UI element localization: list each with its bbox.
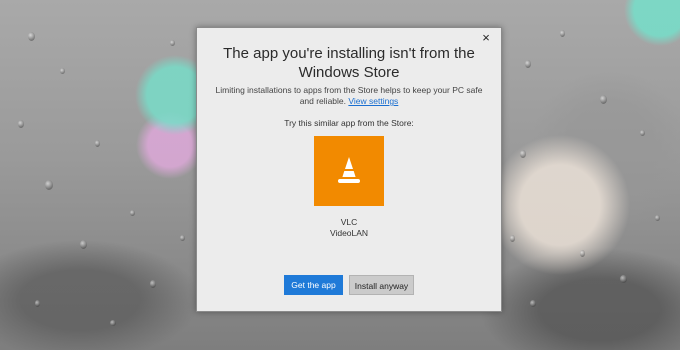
raindrop xyxy=(28,32,35,41)
app-name: VLC xyxy=(340,217,358,227)
raindrop xyxy=(510,235,515,242)
install-warning-dialog: × The app you're installing isn't from t… xyxy=(196,27,502,312)
raindrop xyxy=(45,180,53,190)
raindrop xyxy=(170,40,175,46)
raindrop xyxy=(580,250,585,257)
dialog-description: Limiting installations to apps from the … xyxy=(211,85,487,107)
raindrop xyxy=(130,210,135,216)
raindrop xyxy=(80,240,87,249)
raindrop xyxy=(560,30,565,37)
suggested-app-tile[interactable] xyxy=(314,136,384,206)
raindrop xyxy=(35,300,40,307)
desktop-background: × The app you're installing isn't from t… xyxy=(0,0,680,350)
raindrop xyxy=(95,140,100,147)
raindrop xyxy=(18,120,24,128)
view-settings-link[interactable]: View settings xyxy=(348,96,398,106)
raindrop xyxy=(110,320,116,326)
raindrop xyxy=(640,130,645,136)
raindrop xyxy=(180,235,185,241)
get-the-app-button[interactable]: Get the app xyxy=(284,275,343,295)
install-anyway-button[interactable]: Install anyway xyxy=(349,275,414,295)
close-icon[interactable]: × xyxy=(479,31,493,45)
raindrop xyxy=(520,150,526,158)
app-publisher: VideoLAN xyxy=(329,228,369,238)
raindrop xyxy=(600,95,607,104)
dialog-title: The app you're installing isn't from the… xyxy=(223,45,475,81)
raindrop xyxy=(655,215,660,221)
suggestion-label: Try this similar app from the Store: xyxy=(284,118,414,128)
raindrop xyxy=(150,280,156,288)
raindrop xyxy=(620,275,627,283)
raindrop xyxy=(525,60,531,68)
traffic-cone-icon xyxy=(338,157,360,183)
raindrop xyxy=(60,68,65,74)
raindrop xyxy=(530,300,536,307)
